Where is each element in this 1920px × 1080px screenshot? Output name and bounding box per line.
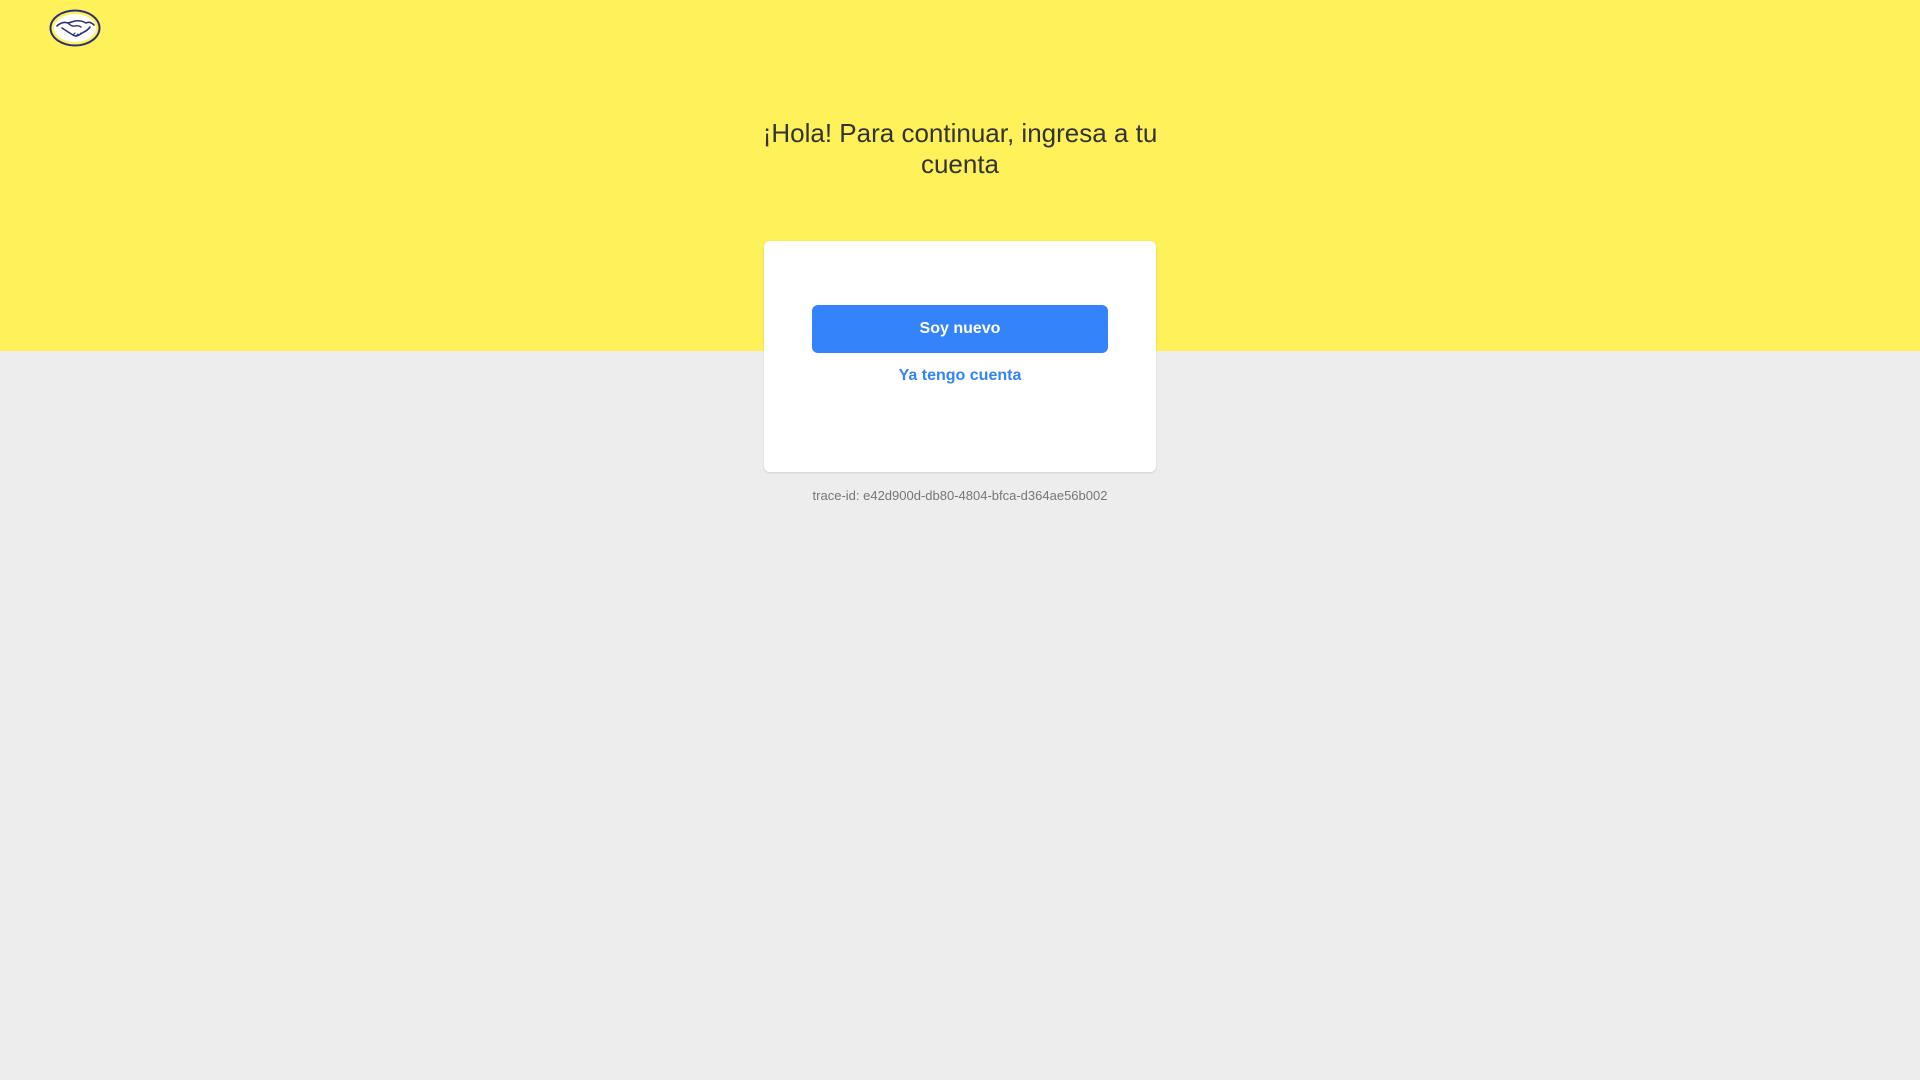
page-title: ¡Hola! Para continuar, ingresa a tu cuen…: [762, 118, 1158, 179]
sign-up-button[interactable]: Soy nuevo: [812, 305, 1108, 353]
auth-card: Soy nuevo Ya tengo cuenta: [764, 241, 1156, 472]
trace-id-text: trace-id: e42d900d-db80-4804-bfca-d364ae…: [812, 488, 1108, 503]
handshake-logo-icon[interactable]: [48, 8, 102, 48]
login-link[interactable]: Ya tengo cuenta: [812, 363, 1108, 389]
